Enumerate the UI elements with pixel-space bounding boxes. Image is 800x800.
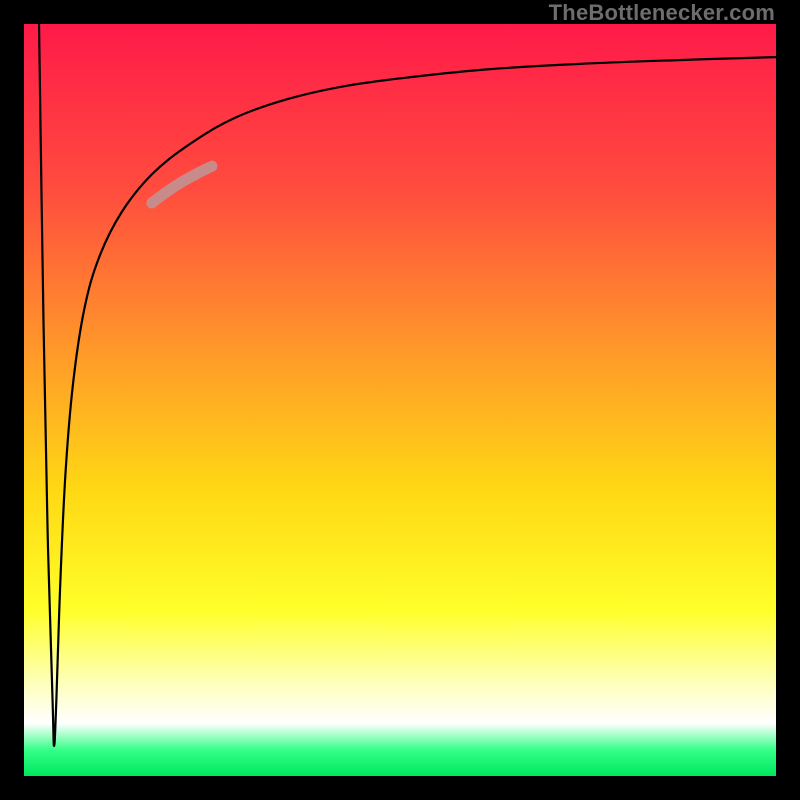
watermark-text: TheBottlenecker.com [549,0,775,26]
plot-area [24,24,776,776]
chart-frame: TheBottlenecker.com [0,0,800,800]
gradient-background [24,24,776,776]
chart-svg [24,24,776,776]
